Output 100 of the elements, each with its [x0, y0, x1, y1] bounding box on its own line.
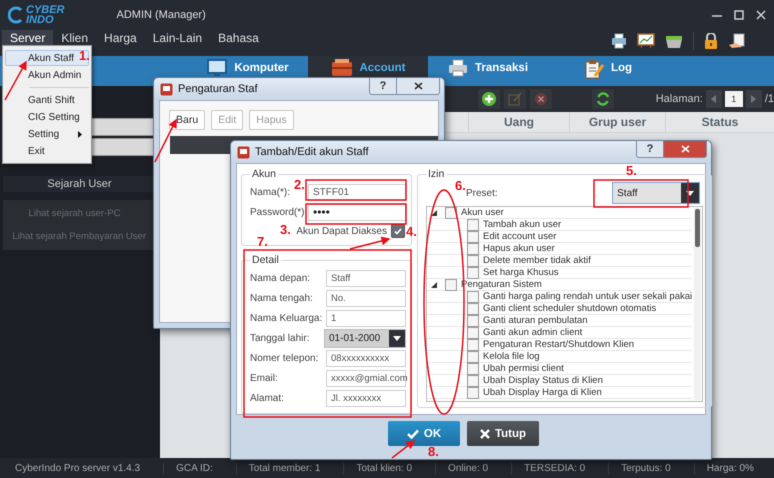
menu-entry[interactable]: Ganti Shift [5, 92, 89, 108]
app-icon [237, 146, 250, 158]
dialog-title: Tambah/Edit akun Staff [255, 146, 369, 158]
tree-item[interactable]: Set harga Khusus [483, 267, 559, 278]
checkbox[interactable] [391, 224, 405, 238]
input-field[interactable]: No. [326, 290, 406, 306]
checkbox[interactable] [467, 254, 479, 266]
tree-item[interactable]: Ubah Display Status di Klien [483, 375, 603, 386]
field-label: Nama Keluarga: [250, 312, 322, 324]
close-icon[interactable] [756, 10, 766, 20]
group-title: Detail [251, 254, 280, 266]
checkbox[interactable] [467, 374, 479, 386]
input-field[interactable]: STFF01 [308, 184, 406, 200]
check-icon [406, 428, 419, 438]
checkbox[interactable] [467, 266, 479, 278]
input-field[interactable]: 08xxxxxxxxxx [326, 350, 406, 366]
checkbox[interactable] [467, 302, 479, 314]
field-label: Alamat: [250, 392, 284, 404]
menu-entry[interactable]: Akun Admin [5, 67, 89, 83]
tree-item[interactable]: Ganti harga paling rendah untuk user sekali pakai [483, 291, 692, 302]
tree-item[interactable]: Ubah permisi client [483, 363, 564, 374]
expander-icon[interactable] [431, 210, 437, 216]
next-page-button[interactable] [746, 90, 762, 108]
input-field[interactable]: 1 [326, 310, 406, 326]
delete-button[interactable] [530, 89, 552, 109]
preset-dropdown[interactable]: Staff [612, 182, 700, 204]
tree-item[interactable]: Pengaturan Restart/Shutdown Klien [483, 339, 634, 350]
close-button[interactable] [664, 141, 707, 158]
nav-tab[interactable]: Transaksi [428, 56, 548, 86]
tree-item[interactable]: Ganti client scheduler shutdown otomatis [483, 303, 656, 314]
checkbox[interactable] [467, 218, 479, 230]
close-button[interactable]: Tutup [467, 421, 539, 446]
tree-item[interactable]: Kelola file log [483, 351, 540, 362]
field-label: Email: [250, 372, 278, 384]
add-button[interactable] [478, 89, 500, 109]
column-header[interactable]: Grup user [569, 112, 665, 132]
previous-page-button[interactable] [706, 90, 722, 108]
checkbox[interactable] [445, 278, 457, 290]
step-number: 5. [626, 163, 637, 178]
tree-item[interactable]: Hapus akun user [483, 243, 555, 254]
refresh-icon [596, 92, 610, 106]
tree-item[interactable]: Tambah akun user [483, 219, 562, 230]
menu-entry[interactable]: Setting [5, 126, 89, 142]
tree-item[interactable]: Ubah Display Harga di Klien [483, 387, 602, 398]
maximize-icon[interactable] [734, 10, 744, 20]
step-number: 8. [428, 444, 439, 459]
checkbox[interactable] [467, 326, 479, 338]
menu-item[interactable]: Lain-Lain [144, 30, 210, 48]
right-triangle-icon [751, 95, 756, 103]
menu-entry[interactable]: Exit [5, 143, 89, 159]
close-button[interactable] [397, 78, 440, 95]
dropdown-arrow-icon [393, 336, 401, 340]
checkbox[interactable] [467, 362, 479, 374]
tree-item[interactable]: Delete member tidak aktif [483, 255, 591, 266]
column-header[interactable]: Status [665, 112, 774, 132]
checkbox[interactable] [467, 230, 479, 242]
checkbox[interactable] [467, 386, 479, 398]
scrollbar[interactable] [694, 208, 702, 400]
tree-item[interactable]: Ganti aturan pembulatan [483, 315, 588, 326]
input-field[interactable]: Staff [326, 270, 406, 286]
input-field[interactable]: •••• [308, 204, 406, 220]
ok-button[interactable]: OK [388, 421, 460, 446]
checkbox[interactable] [467, 242, 479, 254]
help-button[interactable]: ? [369, 78, 397, 95]
page-field[interactable]: 1 [724, 91, 743, 107]
input-field[interactable]: Jl. xxxxxxxx [326, 390, 406, 406]
step-number: 3. [280, 222, 291, 237]
checkbox[interactable] [467, 350, 479, 362]
document-hand-icon[interactable] [728, 33, 746, 49]
edit-icon [508, 92, 522, 106]
check-icon [394, 228, 402, 234]
dropdown-arrow-icon [686, 190, 694, 196]
menu-item[interactable]: Klien [53, 30, 96, 48]
field-label: Nama tengah: [250, 292, 313, 304]
chart-board-icon[interactable] [637, 33, 655, 49]
menu-item[interactable]: Bahasa [210, 30, 267, 48]
checkbox-label: Akun Dapat Diakses [296, 226, 387, 236]
menu-entry[interactable]: CIG Setting [5, 109, 89, 125]
checkbox[interactable] [467, 314, 479, 326]
tree-item[interactable]: Edit account user [483, 231, 556, 242]
dialog-button[interactable]: Baru [169, 110, 206, 130]
checkbox[interactable] [467, 290, 479, 302]
lock-icon[interactable] [704, 33, 718, 49]
checkbox[interactable] [467, 338, 479, 350]
expander-icon[interactable] [431, 282, 437, 288]
tree-item[interactable]: Akun user [461, 207, 504, 218]
help-button[interactable]: ? [636, 141, 664, 158]
delete-icon [534, 92, 548, 106]
tree-item[interactable]: Ganti akun admin client [483, 327, 582, 338]
input-field[interactable]: xxxxx@gmial.com [326, 370, 406, 386]
step-number: 6. [455, 178, 466, 193]
refresh-button[interactable] [592, 89, 614, 109]
printer-icon[interactable] [611, 33, 627, 49]
nav-tab[interactable]: Log [548, 56, 668, 86]
date-picker[interactable]: 01-01-2000 [324, 328, 406, 348]
menu-item[interactable]: Harga [96, 30, 145, 48]
status-text: Terputus: 0 [608, 462, 683, 474]
pointer-arrow [350, 236, 390, 250]
basket-icon[interactable] [665, 33, 683, 49]
column-header[interactable]: Uang [468, 112, 569, 132]
